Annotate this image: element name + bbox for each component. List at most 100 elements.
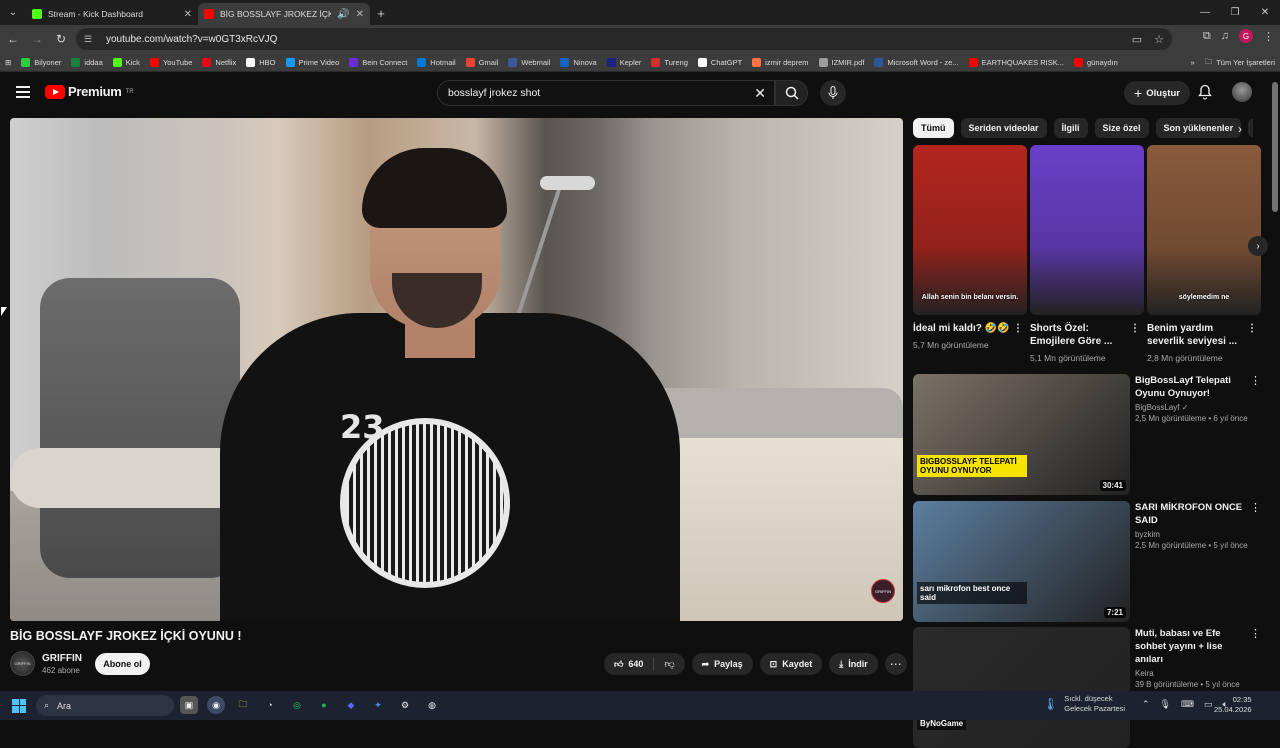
channel-name[interactable]: GRIFFIN <box>42 653 82 664</box>
tab-kick-dashboard[interactable]: Stream - Kick Dashboard ✕ <box>26 3 198 25</box>
apps-grid-icon[interactable]: ⊞ <box>0 58 16 67</box>
voice-search-button[interactable] <box>820 80 846 106</box>
hamburger-menu-icon[interactable] <box>16 86 30 98</box>
forward-arrow-icon[interactable]: → <box>26 28 48 50</box>
more-options-icon[interactable]: ⋮ <box>1250 627 1261 640</box>
more-options-icon[interactable]: ⋮ <box>1247 322 1257 348</box>
save-button[interactable]: ⊡ Kaydet <box>759 653 823 675</box>
search-button[interactable] <box>775 80 808 106</box>
search-query[interactable]: bosslayf jrokez shot <box>448 87 540 99</box>
bookmark-item[interactable]: Webmail <box>503 57 555 67</box>
bookmark-item[interactable]: Gmail <box>461 57 504 67</box>
bookmark-item[interactable]: Kick <box>108 57 145 67</box>
recommendation-title[interactable]: Muti, babası ve Efe sohbet yayını + lise… <box>1135 627 1249 666</box>
bookmark-item[interactable]: Microsoft Word - ze... <box>869 57 963 67</box>
recommendation-channel[interactable]: Keira <box>1135 669 1249 678</box>
page-scrollbar[interactable] <box>1272 82 1278 212</box>
chip-4[interactable]: Son yüklenenler <box>1155 118 1242 138</box>
like-button[interactable]: 👍︎ 640 <box>604 657 655 671</box>
short-thumbnail[interactable] <box>1030 145 1144 315</box>
recommendation-title[interactable]: BigBossLayf Telepati Oyunu Oynuyor! <box>1135 374 1249 400</box>
bookmark-item[interactable]: Hotmail <box>412 57 460 67</box>
browser-menu-icon[interactable]: ⋮ <box>1263 30 1274 43</box>
bookmark-item[interactable]: Kepler <box>602 57 647 67</box>
bookmark-item[interactable]: Tureng <box>646 57 693 67</box>
back-arrow-icon[interactable]: ← <box>2 28 24 50</box>
recommendation-channel[interactable]: BigBossLayf ✓ <box>1135 403 1249 412</box>
more-actions-icon[interactable]: ⋯ <box>884 653 907 675</box>
chip-0[interactable]: Tümü <box>913 118 954 138</box>
speaker-icon[interactable]: 🔊 <box>337 9 349 20</box>
all-bookmarks-folder[interactable]: 🗀 Tüm Yer İşaretleri <box>1200 56 1280 69</box>
clear-search-icon[interactable]: ✕ <box>754 85 766 102</box>
maximize-icon[interactable]: ❐ <box>1220 0 1250 25</box>
bookmark-item[interactable]: Prime Video <box>281 57 345 67</box>
download-button[interactable]: ⤓ İndir <box>829 653 878 675</box>
file-explorer-icon[interactable]: 🗀 <box>234 696 252 714</box>
recommendation-item[interactable]: sarı mikrofon best once said 7:21 SARI MİK… <box>913 501 1263 622</box>
windows-start-icon[interactable] <box>12 698 26 713</box>
short-thumbnail[interactable]: Allah senin bin belanı versin. <box>913 145 1027 315</box>
close-window-icon[interactable]: ✕ <box>1250 0 1280 25</box>
profile-avatar[interactable]: G <box>1239 29 1253 43</box>
taskbar-clock[interactable]: 02:35 25.04.2026 <box>1214 695 1252 715</box>
account-avatar[interactable] <box>1232 82 1252 102</box>
chevron-right-icon[interactable]: › <box>1238 122 1242 136</box>
bookmark-item[interactable]: Netflix <box>197 57 241 67</box>
bookmark-star-icon[interactable]: ☆ <box>1154 33 1164 46</box>
recommendation-title[interactable]: SARI MİKROFON ONCE SAID <box>1135 501 1249 527</box>
search-input[interactable]: bosslayf jrokez shot ✕ <box>437 80 775 106</box>
share-button[interactable]: ➦ Paylaş <box>691 653 753 675</box>
chrome-icon[interactable]: ◉ <box>207 696 225 714</box>
short-title[interactable]: İdeal mi kaldı? 🤣🤣 <box>913 322 1010 335</box>
keyboard-icon[interactable]: ⌨ <box>1181 699 1194 710</box>
shorts-next-icon[interactable]: › <box>1248 236 1268 256</box>
more-bookmarks-icon[interactable]: » <box>1186 58 1200 67</box>
tab-youtube-video[interactable]: BİG BOSSLAYF JROKEZ İÇKİ 🔊 ✕ <box>198 3 370 25</box>
youtube-logo[interactable]: Premium TR <box>45 84 134 99</box>
spotify-icon[interactable]: ● <box>315 696 333 714</box>
close-tab-icon[interactable]: ✕ <box>184 9 192 20</box>
bookmark-item[interactable]: IZMIR.pdf <box>814 57 870 67</box>
chip-1[interactable]: Seriden videolar <box>960 118 1047 138</box>
create-button[interactable]: + Oluştur <box>1124 81 1190 105</box>
video-thumbnail[interactable]: BIGBOSSLAYF TELEPATİ OYUNU OYNUYOR 30:41 <box>913 374 1130 495</box>
short-card[interactable]: Allah senin bin belanı versin. İdeal mi k… <box>913 145 1027 363</box>
reload-icon[interactable]: ↻ <box>50 28 72 50</box>
network-icon[interactable]: ▭ <box>1204 699 1213 710</box>
url-bar[interactable]: ☰ youtube.com/watch?v=w0GT3xRcVJQ ▭ ☆ <box>76 28 1172 50</box>
weather-widget[interactable]: 🌡 Sıckl. düşecek Gelecek Pazartesi <box>1043 694 1125 714</box>
site-info-icon[interactable]: ☰ <box>84 34 98 45</box>
extensions-icon[interactable]: ⧉ <box>1203 30 1211 43</box>
short-title[interactable]: Shorts Özel: Emojilere Göre ... <box>1030 322 1130 348</box>
task-view-icon[interactable]: ▣ <box>180 696 198 714</box>
new-tab-button[interactable]: + <box>370 3 392 25</box>
discord-icon[interactable]: ◆ <box>342 696 360 714</box>
bookmark-item[interactable]: HBO <box>241 57 280 67</box>
bookmark-item[interactable]: Bilyoner <box>16 57 66 67</box>
bookmark-item[interactable]: YouTube <box>145 57 197 67</box>
more-options-icon[interactable]: ⋮ <box>1250 374 1261 387</box>
microphone-tray-icon[interactable]: 🎙︎ <box>1160 699 1171 710</box>
more-options-icon[interactable]: ⋮ <box>1130 322 1140 348</box>
channel-avatar[interactable]: GRIFFIN <box>10 651 35 676</box>
whatsapp-icon[interactable]: ◎ <box>288 696 306 714</box>
chevron-up-icon[interactable]: ⌃ <box>1142 699 1150 710</box>
vpn-icon[interactable]: ✦ <box>369 696 387 714</box>
speedometer-icon[interactable]: ◔ <box>261 696 279 714</box>
taskbar-search[interactable]: ⌕ Ara <box>36 695 174 716</box>
obs-icon[interactable]: ◍ <box>423 696 441 714</box>
notifications-bell-icon[interactable] <box>1198 84 1212 105</box>
chip-5[interactable]: L <box>1248 118 1253 138</box>
chip-3[interactable]: Size özel <box>1094 118 1149 138</box>
video-thumbnail[interactable]: ByNoGame <box>913 627 1130 748</box>
settings-gear-icon[interactable]: ⚙ <box>396 696 414 714</box>
video-thumbnail[interactable]: sarı mikrofon best once said 7:21 <box>913 501 1130 622</box>
bookmark-item[interactable]: günaydın <box>1069 57 1123 67</box>
tab-search-menu-button[interactable]: ⌄ <box>0 0 26 25</box>
channel-watermark[interactable]: GRIFFIN <box>871 579 895 603</box>
chip-2[interactable]: İlgili <box>1053 118 1088 138</box>
cast-icon[interactable]: ▭ <box>1132 33 1142 46</box>
bookmark-item[interactable]: iddaa <box>66 57 107 67</box>
short-title[interactable]: Benim yardım severlik seviyesi ... <box>1147 322 1247 348</box>
